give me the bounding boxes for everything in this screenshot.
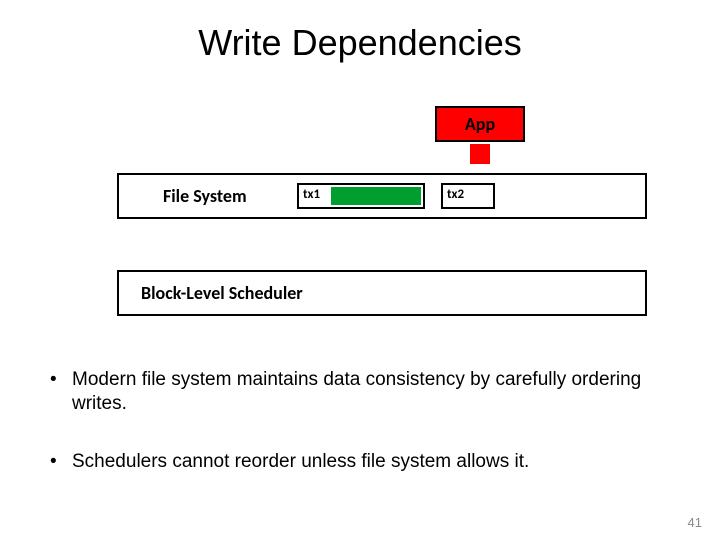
bullet-list: Modern file system maintains data consis… — [50, 368, 670, 507]
file-system-row: File System tx1 tx2 — [117, 173, 647, 219]
tx2-box: tx2 — [441, 183, 495, 209]
scheduler-label: Block-Level Scheduler — [141, 272, 303, 314]
app-label: App — [465, 113, 495, 135]
app-connector — [470, 144, 490, 164]
tx1-box: tx1 — [297, 183, 425, 209]
slide-number: 41 — [688, 515, 702, 530]
file-system-label: File System — [163, 175, 247, 217]
scheduler-row: Block-Level Scheduler — [117, 270, 647, 316]
bullet-1: Modern file system maintains data consis… — [50, 368, 670, 416]
tx1-label: tx1 — [303, 187, 320, 202]
slide-title: Write Dependencies — [0, 22, 720, 64]
tx1-data-block — [331, 187, 421, 205]
bullet-2: Schedulers cannot reorder unless file sy… — [50, 450, 670, 474]
tx2-label: tx2 — [447, 187, 464, 202]
app-box: App — [435, 106, 525, 142]
